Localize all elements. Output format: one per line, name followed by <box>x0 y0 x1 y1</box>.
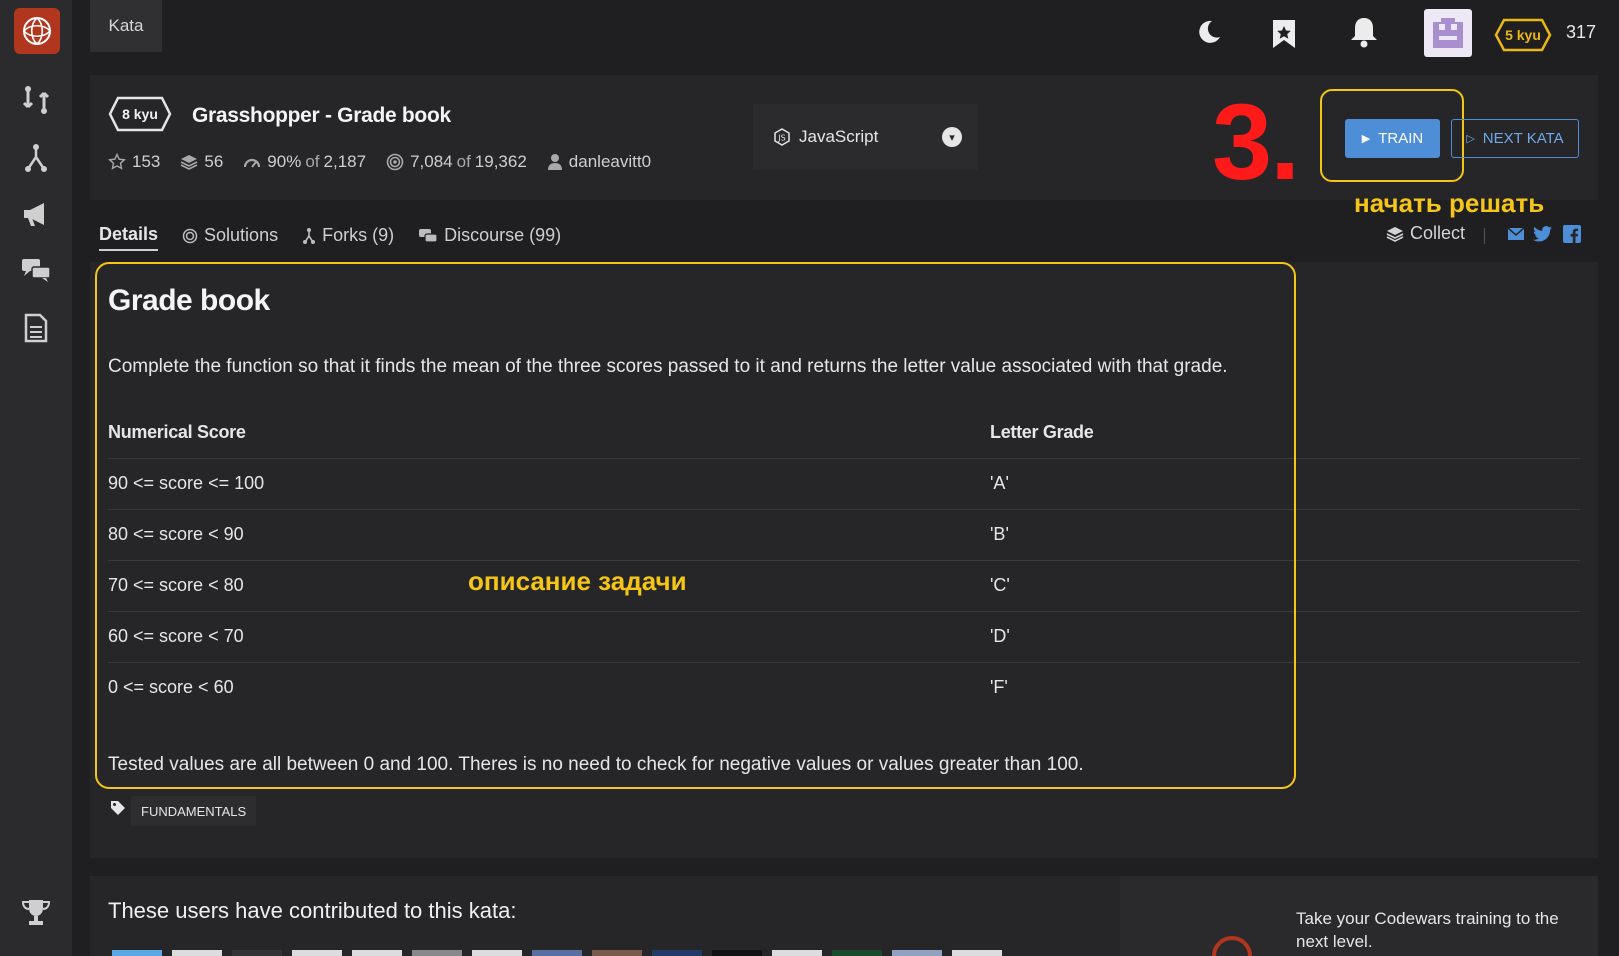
satisfaction-stat: 90% of 2,187 <box>243 152 366 172</box>
stars-count: 153 <box>132 152 161 171</box>
user-avatar[interactable] <box>1424 9 1472 57</box>
user-icon <box>547 153 563 171</box>
chat-icon[interactable] <box>18 252 54 288</box>
layers-icon <box>1386 225 1404 243</box>
completed-count: 7,084 <box>410 152 453 171</box>
votes-count: 2,187 <box>323 152 367 171</box>
tab-forks-label: Forks (9) <box>322 225 395 245</box>
share-facebook-icon[interactable] <box>1562 224 1582 244</box>
target-icon <box>386 153 404 171</box>
codewars-logo-icon <box>23 17 51 45</box>
star-icon <box>108 153 126 171</box>
satisfaction-percent: 90% <box>267 152 302 171</box>
tab-solutions-label: Solutions <box>204 225 279 245</box>
share-email-icon[interactable] <box>1506 224 1526 244</box>
javascript-icon: JS <box>773 128 791 146</box>
contributor-avatar[interactable] <box>472 950 522 956</box>
collect-button[interactable]: Collect <box>1386 223 1465 244</box>
kyu-badge-label: 8 kyu <box>122 106 158 122</box>
completed-of: of <box>456 152 471 171</box>
contributor-avatars <box>112 950 1012 956</box>
divider <box>1484 228 1485 244</box>
honor-count: 317 <box>1566 22 1597 42</box>
bookmark-icon[interactable] <box>1266 16 1302 52</box>
language-select-value: JavaScript <box>799 127 879 146</box>
contributor-avatar[interactable] <box>172 950 222 956</box>
contributor-avatar[interactable] <box>532 950 582 956</box>
contributor-avatar[interactable] <box>592 950 642 956</box>
rank-badge-label[interactable]: 5 kyu <box>1494 18 1552 52</box>
stars-stat[interactable]: 153 <box>108 152 160 172</box>
contributor-avatar[interactable] <box>112 950 162 956</box>
target-icon <box>182 228 198 244</box>
app: Kata 5 kyu 317 8 kyu Grasshopper - Grade… <box>0 0 1619 956</box>
language-select[interactable]: JS JavaScript ▾ <box>753 104 978 170</box>
fork-icon[interactable] <box>18 140 54 176</box>
tab-solutions[interactable]: Solutions <box>182 225 278 250</box>
next-kata-button-label: NEXT KATA <box>1482 130 1564 147</box>
fork-icon <box>302 227 316 245</box>
dark-mode-moon-icon[interactable] <box>1190 14 1226 50</box>
megaphone-icon[interactable] <box>18 196 54 232</box>
svg-text:JS: JS <box>777 134 785 143</box>
document-icon[interactable] <box>18 310 54 346</box>
play-icon: ▶ <box>1361 133 1371 145</box>
trophy-icon[interactable] <box>18 894 54 930</box>
author-stat: danleavitt0 <box>547 152 651 172</box>
layers-icon <box>180 153 198 171</box>
avatar-pixel-icon <box>1433 18 1463 48</box>
completed-stat: 7,084 of 19,362 <box>386 152 527 172</box>
codewars-logo[interactable] <box>14 8 60 54</box>
annotation-step-number: 3. <box>1212 81 1300 202</box>
share-twitter-icon[interactable] <box>1533 224 1553 244</box>
notifications-bell-icon[interactable] <box>1346 14 1382 50</box>
contributor-avatar[interactable] <box>232 950 282 956</box>
contributor-avatar[interactable] <box>772 950 822 956</box>
chat-icon <box>418 228 438 244</box>
practice-icon[interactable] <box>18 82 54 118</box>
tab-forks[interactable]: Forks (9) <box>302 225 394 250</box>
annotation-description-highlight <box>95 262 1296 789</box>
play-icon: ▷ <box>1466 133 1475 145</box>
tab-details-label: Details <box>99 224 159 244</box>
tab-details[interactable]: Details <box>99 224 159 251</box>
author-link[interactable]: danleavitt0 <box>569 152 651 172</box>
left-sidebar <box>0 0 72 956</box>
annotation-train-hint: начать решать <box>1354 188 1545 218</box>
chevron-down-icon: ▾ <box>942 127 962 147</box>
train-button[interactable]: ▶ TRAIN <box>1345 119 1440 158</box>
contributor-avatar[interactable] <box>712 950 762 956</box>
contributor-avatar[interactable] <box>892 950 942 956</box>
contributor-avatar[interactable] <box>292 950 342 956</box>
tag-fundamentals[interactable]: FUNDAMENTALS <box>131 796 257 826</box>
attempted-count: 19,362 <box>474 152 527 171</box>
collections-stat: 56 <box>180 152 223 172</box>
kata-tab[interactable]: Kata <box>90 0 162 52</box>
tag-icon <box>110 800 126 816</box>
kata-title: Grasshopper - Grade book <box>192 104 451 127</box>
contributor-avatar[interactable] <box>952 950 1002 956</box>
tab-discourse-label: Discourse (99) <box>444 225 562 245</box>
contributor-avatar[interactable] <box>412 950 462 956</box>
tab-discourse[interactable]: Discourse (99) <box>418 225 561 250</box>
contributors-title: These users have contributed to this kat… <box>108 898 517 923</box>
gauge-icon <box>243 155 261 169</box>
promo-text: Take your Codewars training to the next … <box>1296 909 1559 951</box>
satisfaction-of: of <box>305 152 320 171</box>
contributor-avatar[interactable] <box>652 950 702 956</box>
collect-label: Collect <box>1410 223 1466 243</box>
train-button-label: TRAIN <box>1378 130 1424 147</box>
kata-stats: 153 56 90% of 2,187 7,084 of 19,362 danl… <box>108 152 671 172</box>
collections-count: 56 <box>204 152 224 171</box>
contributor-avatar[interactable] <box>832 950 882 956</box>
kata-tabs: Details Solutions Forks (9) Discourse (9… <box>99 224 585 251</box>
contributor-avatar[interactable] <box>352 950 402 956</box>
next-kata-button[interactable]: ▷ NEXT KATA <box>1451 119 1579 158</box>
